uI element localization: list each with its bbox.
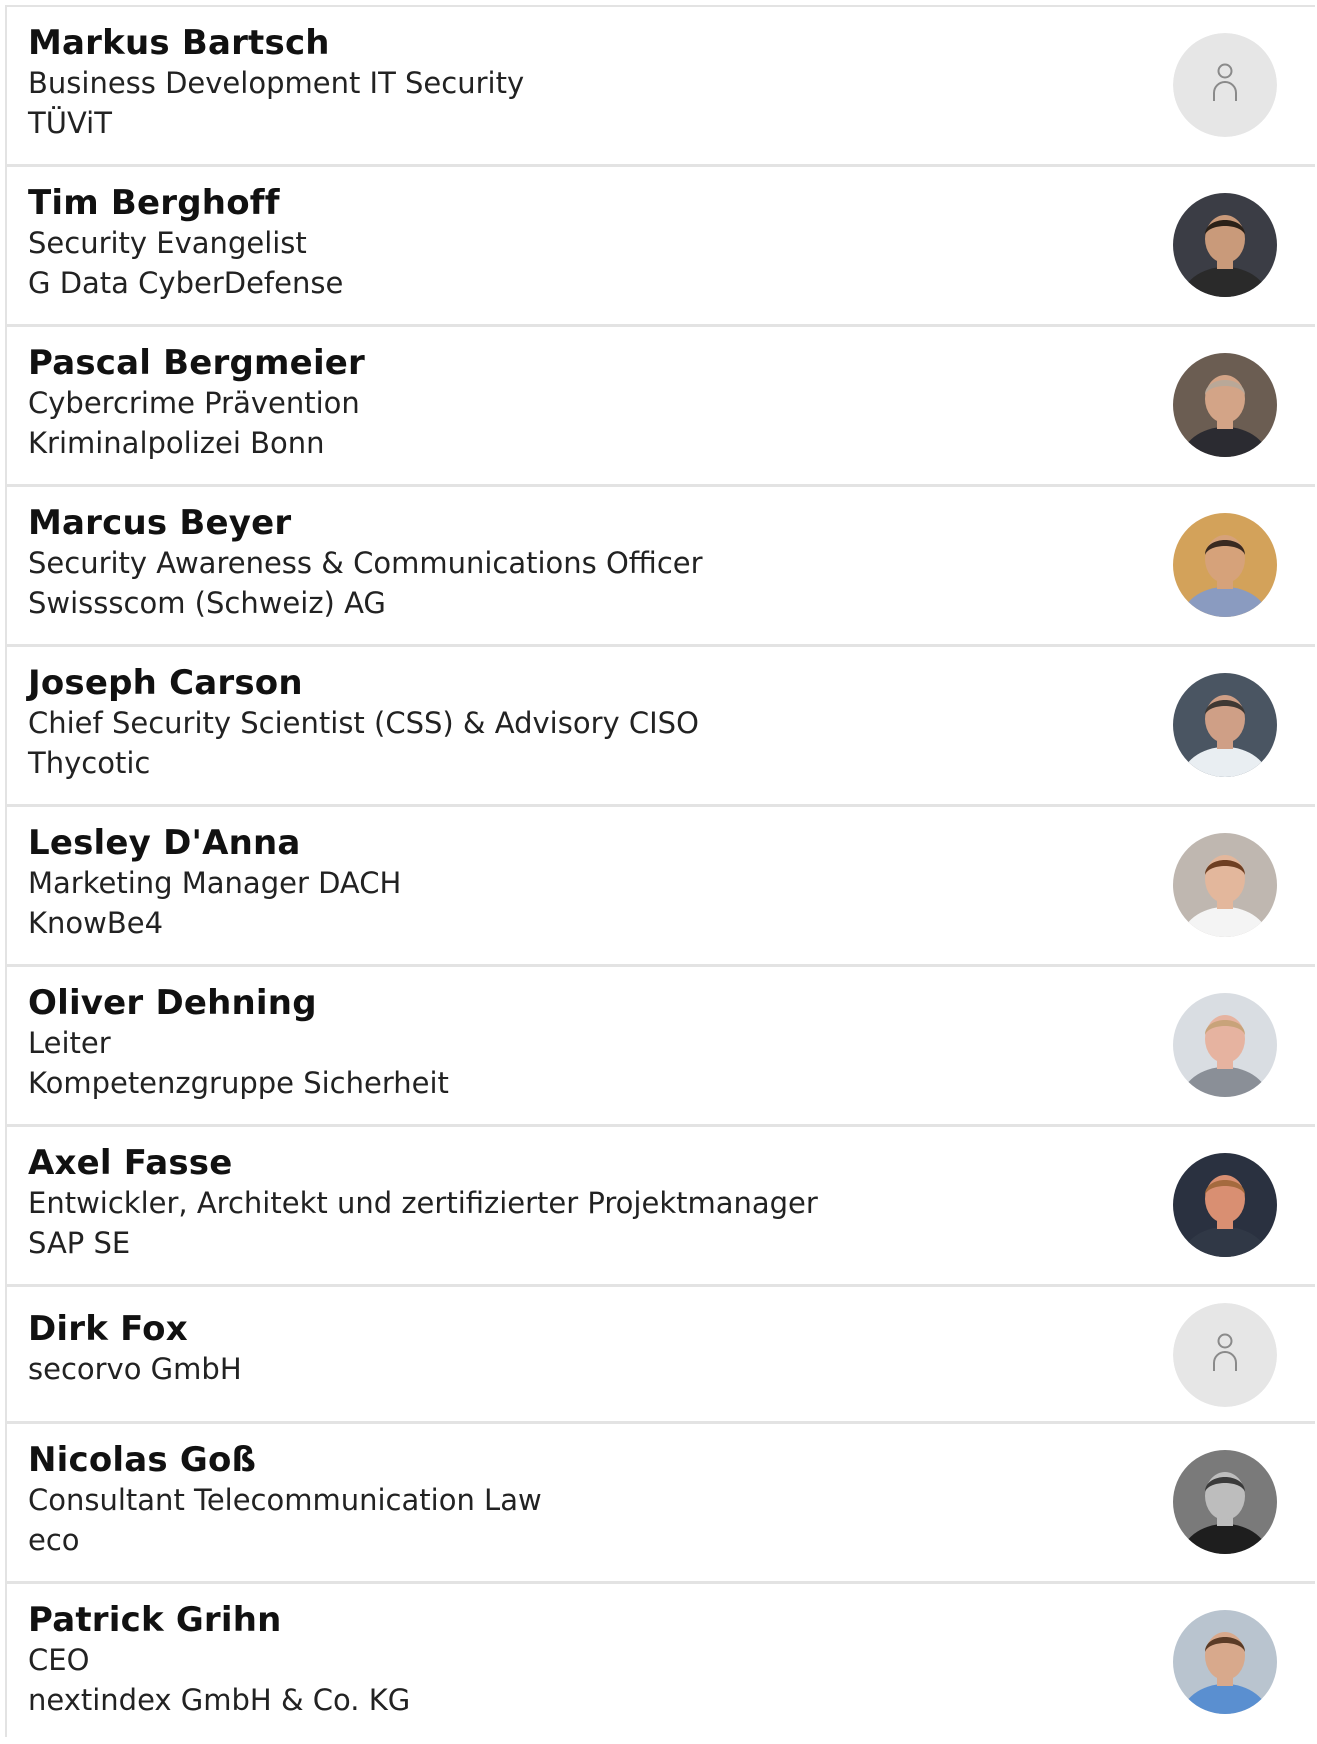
speaker-role: Leiter	[28, 1026, 111, 1060]
speaker-company: TÜViT	[28, 106, 112, 140]
speaker-row[interactable]: Axel Fasse Entwickler, Architekt und zert…	[7, 1127, 1315, 1287]
speaker-avatar	[1173, 353, 1277, 457]
speaker-row[interactable]: Dirk Fox secorvo GmbH	[7, 1287, 1315, 1424]
speaker-row[interactable]: Patrick Grihn CEO nextindex GmbH & Co. KG	[7, 1584, 1315, 1744]
speaker-company: secorvo GmbH	[28, 1352, 242, 1386]
speaker-name: Nicolas Goß	[28, 1440, 257, 1480]
speaker-row[interactable]: Markus Bartsch Business Development IT Se…	[7, 7, 1315, 167]
speaker-row[interactable]: Oliver Dehning Leiter Kompetenzgruppe Sich…	[7, 967, 1315, 1127]
speaker-name: Lesley D'Anna	[28, 823, 301, 863]
speaker-company: Kriminalpolizei Bonn	[28, 426, 325, 460]
speaker-company: Kompetenzgruppe Sicherheit	[28, 1066, 449, 1100]
speaker-avatar	[1173, 673, 1277, 777]
speaker-company: Thycotic	[28, 746, 151, 780]
speaker-name: Marcus Beyer	[28, 503, 292, 543]
speaker-role: Business Development IT Security	[28, 66, 525, 100]
speaker-name: Patrick Grihn	[28, 1600, 282, 1640]
speaker-avatar	[1173, 833, 1277, 937]
speaker-avatar	[1173, 993, 1277, 1097]
speaker-company: nextindex GmbH & Co. KG	[28, 1683, 411, 1717]
speaker-name: Markus Bartsch	[28, 23, 330, 63]
speaker-avatar	[1173, 513, 1277, 617]
speaker-role: Chief Security Scientist (CSS) & Advisor…	[28, 706, 699, 740]
speaker-avatar	[1173, 193, 1277, 297]
speaker-row[interactable]: Marcus Beyer Security Awareness & Communi…	[7, 487, 1315, 647]
speaker-name: Joseph Carson	[28, 663, 303, 703]
speaker-name: Pascal Bergmeier	[28, 343, 366, 383]
speaker-company: SAP SE	[28, 1226, 131, 1260]
speaker-avatar	[1173, 1153, 1277, 1257]
speaker-row[interactable]: Lesley D'Anna Marketing Manager DACH KnowB…	[7, 807, 1315, 967]
speaker-role: Consultant Telecommunication Law	[28, 1483, 542, 1517]
speaker-name: Oliver Dehning	[28, 983, 317, 1023]
speaker-company: G Data CyberDefense	[28, 266, 344, 300]
speaker-company: eco	[28, 1523, 80, 1557]
speaker-role: CEO	[28, 1643, 90, 1677]
speaker-row[interactable]: Joseph Carson Chief Security Scientist (C…	[7, 647, 1315, 807]
speaker-row[interactable]: Pascal Bergmeier Cybercrime Prävention Kri…	[7, 327, 1315, 487]
speaker-company: KnowBe4	[28, 906, 164, 940]
placeholder-person-icon	[1173, 33, 1277, 137]
speaker-avatar	[1173, 1610, 1277, 1714]
speaker-list: Markus Bartsch Business Development IT Se…	[5, 5, 1315, 1737]
speaker-avatar	[1173, 1450, 1277, 1554]
speaker-company: Swissscom (Schweiz) AG	[28, 586, 386, 620]
speaker-role: Security Evangelist	[28, 226, 307, 260]
placeholder-person-icon	[1173, 1303, 1277, 1407]
speaker-name: Dirk Fox	[28, 1309, 188, 1349]
speaker-role: Cybercrime Prävention	[28, 386, 360, 420]
speaker-role: Security Awareness & Communications Offi…	[28, 546, 703, 580]
speaker-row[interactable]: Tim Berghoff Security Evangelist G Data Cy…	[7, 167, 1315, 327]
speaker-name: Tim Berghoff	[28, 183, 280, 223]
speaker-row[interactable]: Nicolas Goß Consultant Telecommunication …	[7, 1424, 1315, 1584]
speaker-role: Entwickler, Architekt und zertifizierter…	[28, 1186, 818, 1220]
speaker-role: Marketing Manager DACH	[28, 866, 402, 900]
speaker-name: Axel Fasse	[28, 1143, 233, 1183]
